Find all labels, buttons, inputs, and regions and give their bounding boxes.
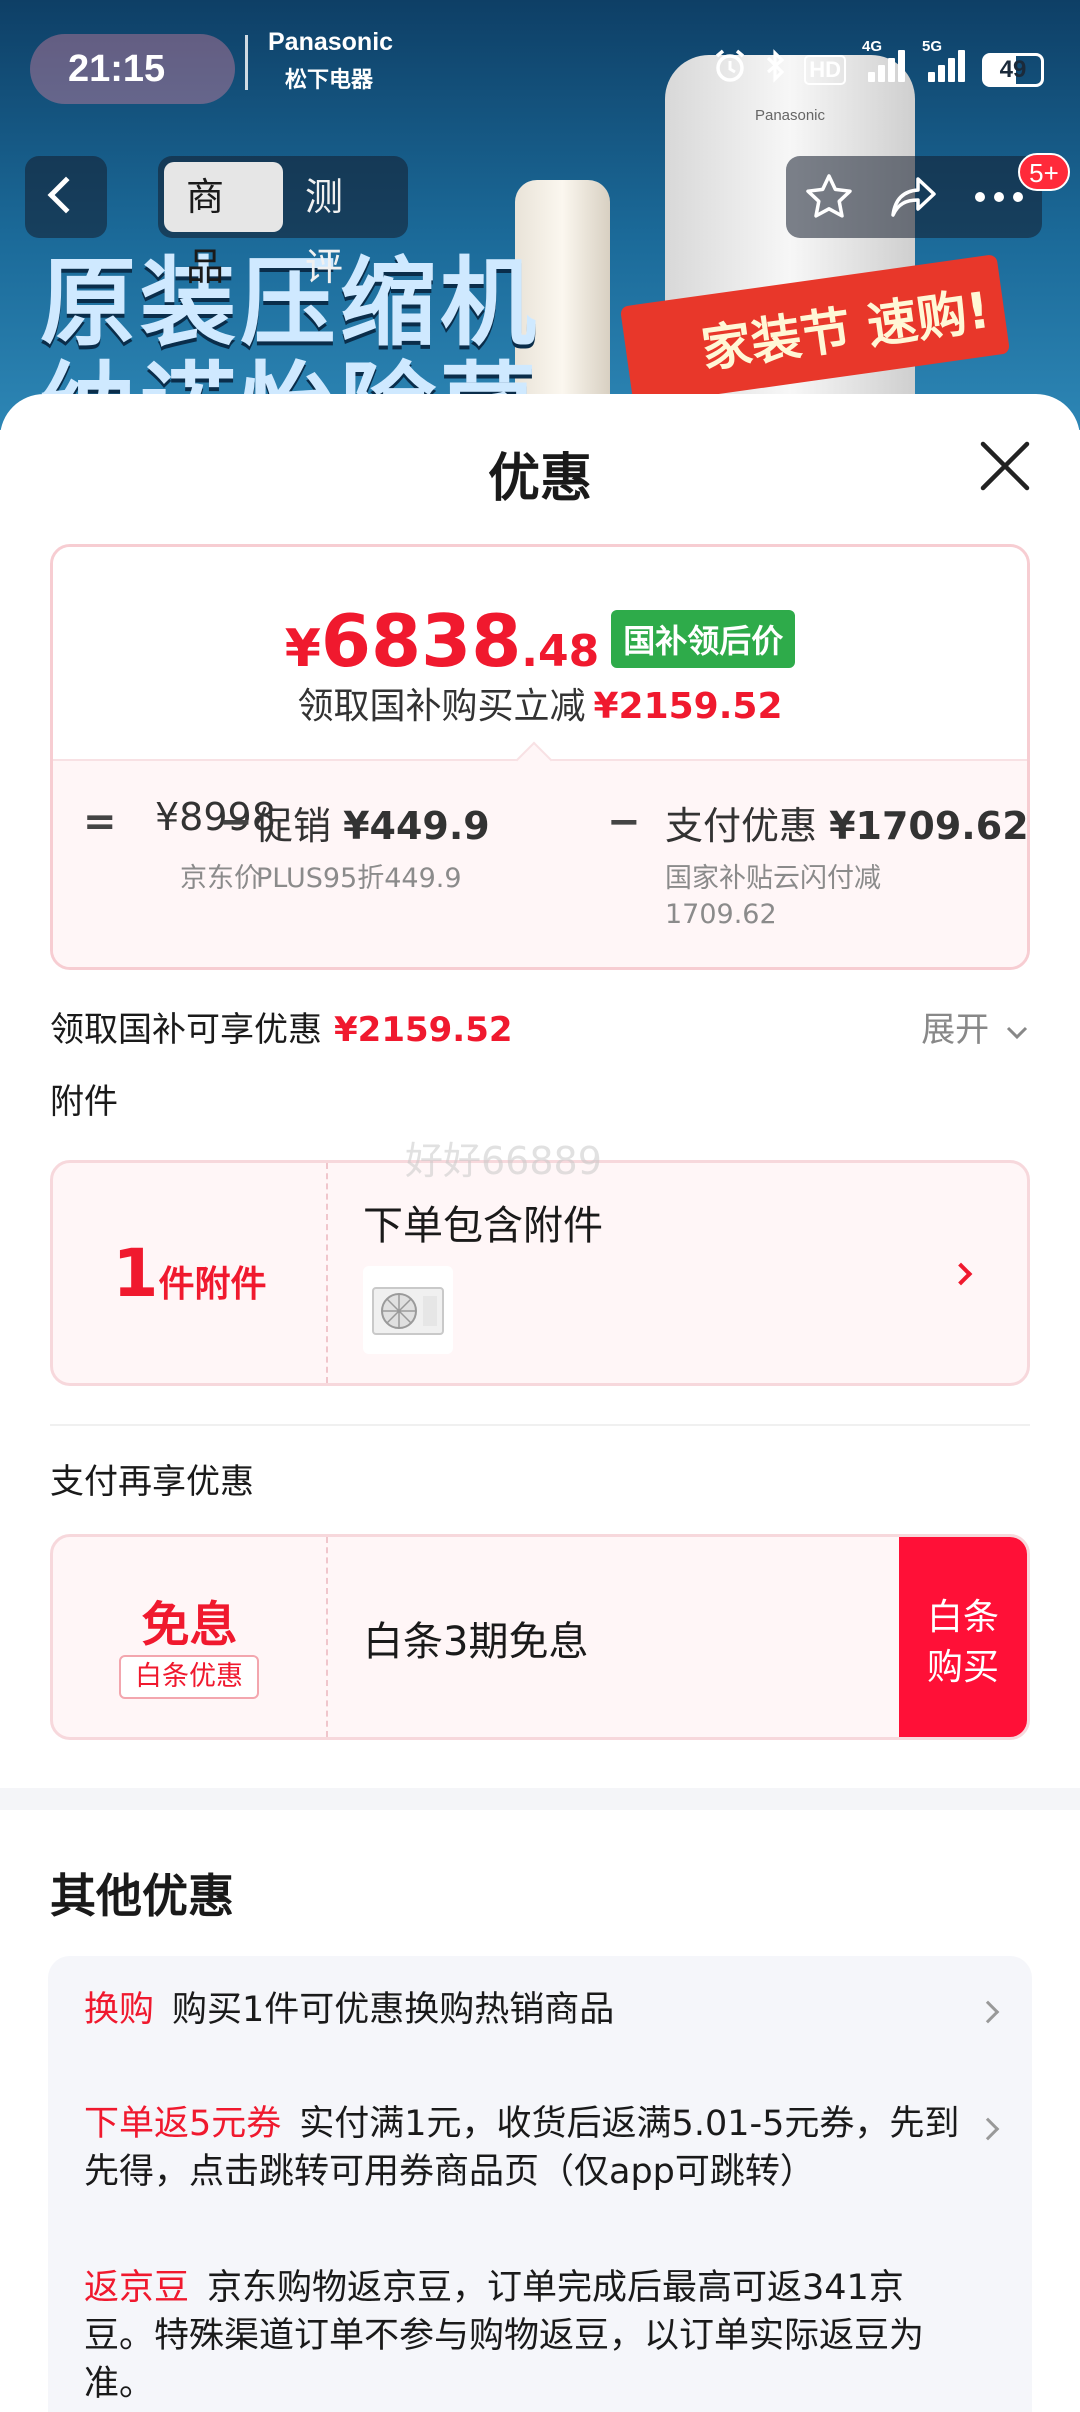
offer-key: 下单返5元券 [84, 2104, 282, 2144]
final-price-section: ¥6838.48 国补领后价 领取国补购买立减 ¥2159.52 [53, 547, 1027, 759]
price-decimal: .48 [521, 626, 600, 677]
back-button[interactable] [25, 156, 107, 238]
brand-name-cn: 松下电器 [285, 68, 374, 93]
promo-note: PLUS95折449.9 [256, 863, 462, 894]
pay-discount-note: 国家补贴云闪付减 1709.62 [665, 861, 881, 933]
status-time: 21:15 [68, 48, 166, 90]
interest-free-block: 免息 白条优惠 [53, 1537, 328, 1737]
alarm-icon [712, 48, 748, 91]
offer-text: 京东购物返京豆，订单完成后最高可返341京豆。特殊渠道订单不参与购物返豆，以订单… [84, 2268, 925, 2404]
signal-5g-icon: 5G [922, 38, 966, 89]
interest-free-label: 免息 [141, 1597, 238, 1653]
battery-icon: 49 [982, 52, 1044, 87]
close-button[interactable] [975, 436, 1035, 496]
attachment-card[interactable]: 1件附件 下单包含附件 [50, 1160, 1030, 1386]
baitiao-buy-line2: 购买 [926, 1647, 999, 1688]
status-icons: HD 4G 5G 49 [712, 38, 1044, 91]
tab-review[interactable]: 测评 [283, 162, 402, 289]
tab-product[interactable]: 商品 [164, 162, 283, 289]
promo-value: 促销 ¥449.9 [255, 795, 490, 850]
more-badge: 5+ [1018, 153, 1070, 191]
baitiao-tag: 白条优惠 [119, 1655, 259, 1699]
signal-4g-icon: 4G [862, 38, 906, 89]
discount-sheet: 优惠 ¥6838.48 国补领后价 领取国补购买立减 ¥2159.52 = ¥899… [0, 394, 1080, 2412]
minus-sign-1: − [219, 799, 253, 845]
attachment-title: 下单包含附件 [363, 1203, 603, 1249]
subsidy-reduction-label: 领取国补购买立减 [297, 686, 586, 727]
promo-amount: ¥449.9 [343, 804, 490, 848]
bluetooth-icon [764, 48, 788, 91]
baitiao-offer-card: 免息 白条优惠 白条3期免息 白条购买 [50, 1534, 1030, 1740]
price-breakdown-card: ¥6838.48 国补领后价 领取国补购买立减 ¥2159.52 = ¥8998 京… [50, 544, 1030, 970]
attachment-count: 1件附件 [53, 1235, 326, 1312]
attachment-count-block: 1件附件 [53, 1163, 328, 1383]
minus-sign-2: − [607, 799, 641, 845]
action-buttons [786, 156, 1042, 238]
subsidy-row-label: 领取国补可享优惠 [50, 1010, 322, 1050]
chevron-right-icon [976, 2000, 1000, 2024]
section-band [0, 1788, 1080, 1810]
other-offer-item[interactable]: 下单返5元券 实付满1元，收货后返满5.01-5元券，先到先得，点击跳转可用券商品… [84, 2100, 964, 2196]
chevron-left-icon [47, 176, 85, 214]
offer-key: 返京豆 [84, 2268, 190, 2308]
expand-toggle[interactable]: 展开 [921, 1002, 1030, 1051]
pay-discount-value: 支付优惠 ¥1709.62 [665, 795, 1029, 850]
pay-discount-amount: ¥1709.62 [829, 804, 1029, 848]
hd-icon: HD [804, 54, 846, 85]
pay-discount-note-line2: 1709.62 [665, 899, 777, 930]
section-divider [50, 1424, 1030, 1426]
payment-section-label: 支付再享优惠 [50, 1462, 254, 1502]
currency-symbol: ¥ [284, 619, 321, 679]
subsidy-price-tag: 国补领后价 [611, 610, 796, 668]
chevron-down-icon [1006, 1026, 1028, 1039]
baitiao-buy-line1: 白条 [926, 1597, 999, 1638]
expand-label: 展开 [921, 1010, 990, 1050]
equals-sign: = [83, 799, 117, 845]
price-formula: = ¥8998 京东价 − 促销 ¥449.9 PLUS95折449.9 − 支… [53, 795, 1027, 955]
chevron-right-icon [949, 1262, 973, 1286]
watermark: 好好66889 [405, 1139, 602, 1183]
jd-price-note: 京东价 [180, 863, 261, 894]
subsidy-reduction-amount: ¥2159.52 [593, 686, 783, 727]
attachment-count-number: 1 [112, 1235, 159, 1312]
close-icon [980, 441, 1030, 491]
subsidy-row-amount: ¥2159.52 [334, 1010, 513, 1050]
final-price: ¥6838.48 国补领后价 [53, 599, 1027, 683]
product-tabs: 商品 测评 [158, 156, 408, 289]
outdoor-unit-thumbnail [363, 1266, 453, 1354]
pay-discount-label: 支付优惠 [665, 804, 818, 848]
pay-discount-note-line1: 国家补贴云闪付减 [665, 863, 881, 894]
other-offers-title: 其他优惠 [50, 1869, 234, 1923]
other-offer-item[interactable]: 换购 购买1件可优惠换购热销商品 [84, 1986, 964, 2034]
other-offer-item[interactable]: 返京豆 京东购物返京豆，订单完成后最高可返341京豆。特殊渠道订单不参与购物返豆，… [84, 2264, 964, 2408]
baitiao-buy-button[interactable]: 白条 购买 [899, 1537, 1027, 1737]
brand-name: Panasonic [268, 28, 394, 56]
price-integer: 6838 [320, 599, 522, 683]
favorite-star-icon[interactable] [799, 167, 859, 227]
other-offers-list: 换购 购买1件可优惠换购热销商品 下单返5元券 实付满1元，收货后返满5.01-5元… [48, 1956, 1032, 2412]
attachment-count-unit: 件附件 [158, 1264, 267, 1305]
baitiao-desc: 白条3期免息 [363, 1619, 589, 1665]
subsidy-reduction: 领取国补购买立减 ¥2159.52 [53, 677, 1027, 729]
brand-divider [245, 35, 248, 90]
chevron-right-icon [976, 2117, 1000, 2141]
subsidy-row: 领取国补可享优惠 ¥2159.52 展开 [50, 1002, 1030, 1052]
promo-label: 促销 [255, 804, 332, 848]
sheet-title: 优惠 [487, 449, 592, 509]
offer-key: 换购 [84, 1990, 155, 2030]
attachment-section-label: 附件 [50, 1082, 118, 1122]
offer-text: 购买1件可优惠换购热销商品 [172, 1990, 615, 2030]
share-icon[interactable] [884, 167, 944, 227]
status-bar: 21:15 Panasonic 松下电器 HD 4G 5G 49 [0, 0, 1080, 140]
